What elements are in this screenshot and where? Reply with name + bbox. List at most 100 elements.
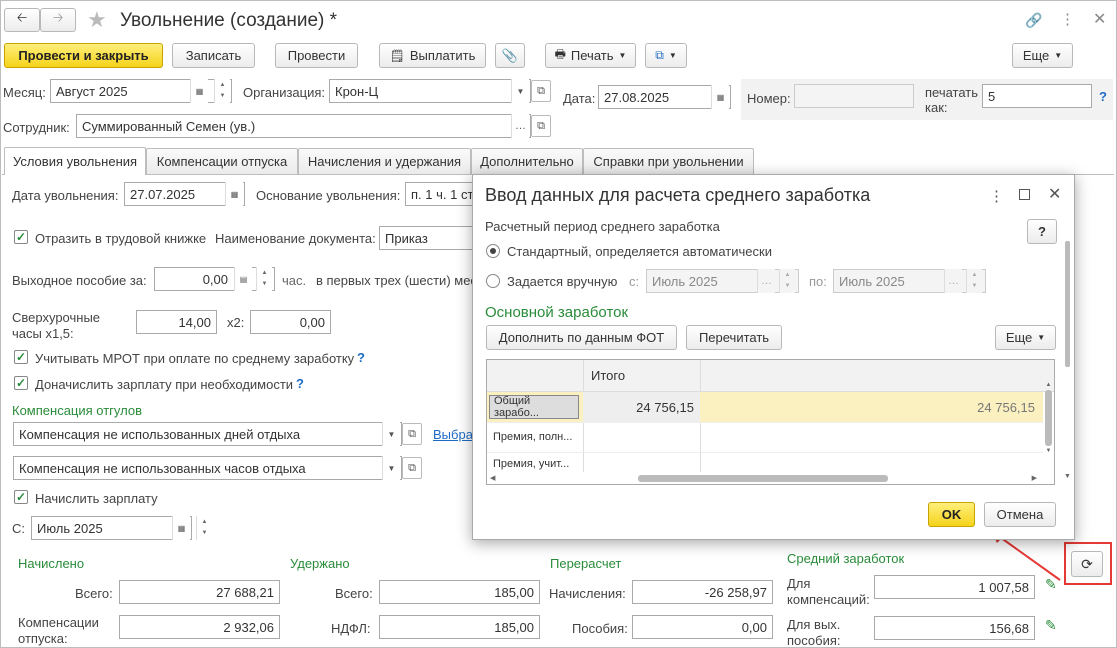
radio-manual[interactable] <box>486 274 500 288</box>
chevron-down-icon[interactable]: ▼ <box>382 422 400 446</box>
radio-standard[interactable] <box>486 244 500 258</box>
post-and-close-button[interactable]: Провести и закрыть <box>4 43 163 68</box>
period-from-field[interactable]: Июль 2025 <box>646 269 799 293</box>
open-icon[interactable]: ⧉ <box>402 457 422 479</box>
calendar-icon[interactable]: ▦ <box>190 79 208 103</box>
organization-field[interactable]: Крон-Ц <box>329 79 531 103</box>
ellipsis-icon[interactable]: … <box>511 114 529 138</box>
grid-row-name: Общий зарабо... <box>489 395 579 419</box>
period-to-spinner[interactable]: ▲ ▼ <box>966 269 982 293</box>
fill-from-payroll-button[interactable]: Дополнить по данным ФОТ <box>486 325 677 350</box>
calendar-icon[interactable]: ▦ <box>172 516 190 540</box>
more-button[interactable]: Еще ▼ <box>1012 43 1073 68</box>
tab-vacation-compensation[interactable]: Компенсации отпуска <box>146 148 298 174</box>
accrue-checkbox[interactable]: ✓ <box>14 490 28 504</box>
chevron-down-icon[interactable]: ▼ <box>511 79 529 103</box>
employee-field[interactable]: Суммированный Семен (ув.) <box>76 114 531 138</box>
cancel-button[interactable]: Отмена <box>984 502 1056 527</box>
recalc-accruals-value: -26 258,97 <box>704 584 767 600</box>
refresh-button[interactable]: ⟳ <box>1071 551 1103 577</box>
ellipsis-icon[interactable]: … <box>757 269 775 293</box>
forward-button[interactable]: 🡢 <box>40 8 76 32</box>
close-dialog-icon[interactable]: ✕ <box>1048 184 1061 204</box>
tab-certificates[interactable]: Справки при увольнении <box>583 148 754 174</box>
from-label: с: <box>629 274 640 289</box>
mrot-checkbox[interactable]: ✓ <box>14 350 28 364</box>
workbook-checkbox[interactable]: ✓ <box>14 230 28 244</box>
severance-unit: час. <box>282 273 307 288</box>
print-as-label-1: печатать <box>925 85 979 100</box>
from-field[interactable]: Июль 2025 <box>31 516 192 540</box>
severance-spinner[interactable]: ▲ ▼ <box>256 267 272 291</box>
create-based-icon: ⧉ <box>655 48 664 62</box>
maximize-icon[interactable] <box>1019 189 1030 200</box>
table-row[interactable] <box>487 452 1043 472</box>
select-link[interactable]: Выбра <box>433 427 473 442</box>
ok-button[interactable]: OK <box>928 502 975 527</box>
print-button[interactable]: 🖶 Печать ▼ <box>545 43 636 68</box>
print-as-value: 5 <box>988 88 996 104</box>
arrow-left-icon: 🡠 <box>16 10 28 25</box>
scroll-down-icon[interactable]: ▼ <box>1064 473 1071 480</box>
pencil-icon[interactable]: ✎ <box>1045 617 1057 634</box>
calculator-icon[interactable]: ▤ <box>234 267 252 291</box>
overtime-x2-field[interactable]: 0,00 <box>250 310 331 334</box>
post-button[interactable]: Провести <box>275 43 358 68</box>
accrued-total-field: 27 688,21 <box>119 580 280 604</box>
calendar-icon[interactable]: ▦ <box>711 85 729 109</box>
number-field[interactable] <box>794 84 914 108</box>
help-icon[interactable]: ? <box>357 350 365 365</box>
tab-additional[interactable]: Дополнительно <box>471 148 583 174</box>
back-button[interactable]: 🡠 <box>4 8 40 32</box>
ellipsis-icon[interactable]: … <box>944 269 962 293</box>
avg-sev-value: 156,68 <box>989 620 1029 636</box>
save-button[interactable]: Записать <box>172 43 255 68</box>
tab-dismissal-conditions[interactable]: Условия увольнения <box>4 147 146 175</box>
period-to-field[interactable]: Июль 2025 <box>833 269 986 293</box>
main-earnings-title: Основной заработок <box>485 304 629 321</box>
grid-hscrollbar[interactable]: ◀ ▶ <box>487 472 1043 484</box>
calendar-icon[interactable]: ▦ <box>225 182 243 206</box>
recalc-title: Перерасчет <box>550 556 622 571</box>
comp-hours-field[interactable]: Компенсация не использованных часов отды… <box>13 456 402 480</box>
severance-tail: в первых трех (шести) мес <box>316 273 477 288</box>
overtime-x15-field[interactable]: 14,00 <box>136 310 217 334</box>
reread-button[interactable]: Перечитать <box>686 325 782 350</box>
mrot-label: Учитывать МРОТ при оплате по среднему за… <box>35 351 355 366</box>
month-spinner[interactable]: ▲ ▼ <box>214 79 230 103</box>
pay-button[interactable]: 🗒 Выплатить <box>379 43 486 68</box>
more-actions-icon[interactable]: ⋮ <box>989 187 1004 205</box>
close-window-icon[interactable]: ✕ <box>1093 9 1106 29</box>
help-icon[interactable]: ? <box>296 376 304 391</box>
doc-name-field[interactable]: Приказ <box>379 226 485 250</box>
create-based-on-button[interactable]: ⧉ ▼ <box>645 43 687 68</box>
open-icon[interactable]: ⧉ <box>531 80 551 102</box>
chevron-down-icon: ▼ <box>1037 333 1046 342</box>
print-as-field[interactable]: 5 <box>982 84 1092 108</box>
grid-vscrollbar[interactable]: ▲ ▼ <box>1044 382 1053 472</box>
favorite-star-icon[interactable]: ★ <box>87 7 107 33</box>
more-actions-icon[interactable]: ⋮ <box>1060 10 1075 28</box>
dismissal-date-label: Дата увольнения: <box>12 188 119 203</box>
attach-button[interactable]: 📎 <box>495 43 525 68</box>
comp-days-field[interactable]: Компенсация не использованных дней отдых… <box>13 422 402 446</box>
doc-name-label: Наименование документа: <box>215 231 376 246</box>
dialog-help-button[interactable]: ? <box>1027 219 1057 244</box>
link-icon[interactable]: 🔗 <box>1025 12 1042 29</box>
recalc-accruals-field: -26 258,97 <box>632 580 773 604</box>
withheld-total-field: 185,00 <box>379 580 540 604</box>
basis-label: Основание увольнения: <box>256 188 401 203</box>
dialog-scrollbar[interactable] <box>1064 241 1071 466</box>
accrue-label: Начислить зарплату <box>35 491 158 506</box>
chevron-down-icon[interactable]: ▼ <box>382 456 400 480</box>
help-icon[interactable]: ? <box>1099 89 1107 104</box>
dialog-more-button[interactable]: Еще ▼ <box>995 325 1056 350</box>
open-icon[interactable]: ⧉ <box>531 115 551 137</box>
month-label: Месяц: <box>3 85 46 100</box>
period-from-spinner[interactable]: ▲ ▼ <box>779 269 795 293</box>
topup-checkbox[interactable]: ✓ <box>14 376 28 390</box>
tab-accruals-deductions[interactable]: Начисления и удержания <box>298 148 471 174</box>
grid-header <box>487 360 1054 392</box>
from-spinner[interactable]: ▲ ▼ <box>196 516 212 540</box>
open-icon[interactable]: ⧉ <box>402 423 422 445</box>
